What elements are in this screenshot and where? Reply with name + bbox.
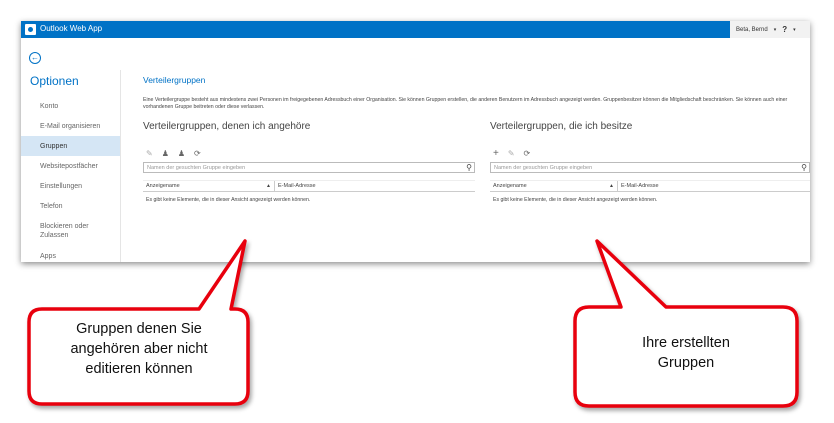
column-email[interactable]: E-Mail-Adresse [275,181,475,191]
empty-list-message: Es gibt keine Elemente, die in dieser An… [493,197,658,203]
page-description: Eine Verteilergruppe besteht aus mindest… [143,97,788,110]
callout-right-text: Ihre erstellten Gruppen [642,335,730,371]
sidebar-divider [120,70,121,262]
sidebar-item-label: Blockieren oder Zulassen [40,223,89,239]
outlook-logo-icon [25,24,36,35]
owned-groups-title: Verteilergruppen, die ich besitze [490,121,633,132]
refresh-icon[interactable]: ⟳ [194,149,201,158]
column-email[interactable]: E-Mail-Adresse [618,181,810,191]
add-plus-icon[interactable]: + [493,148,499,159]
owned-groups-section: Verteilergruppen, die ich besitze + ✎ ⟳ … [490,121,810,203]
member-groups-title: Verteilergruppen, denen ich angehöre [143,121,311,132]
column-display-name-label: Anzeigename [146,183,180,189]
member-groups-column-header: Anzeigename ▲ E-Mail-Adresse [143,180,475,192]
options-title: Optionen [30,74,79,88]
member-groups-section: Verteilergruppen, denen ich angehöre ✎ ♟… [143,121,475,203]
callout-right: Ihre erstellten Gruppen [571,239,811,409]
callout-left-text: Gruppen denen Sie angehören aber nicht e… [70,321,208,377]
help-caret-icon[interactable]: ▾ [793,27,796,33]
sidebar-item-einstellungen[interactable]: Einstellungen [21,176,120,196]
search-placeholder: Namen der gesuchten Gruppe eingeben [494,164,593,171]
sidebar-nav: Konto E-Mail organisieren Gruppen Websit… [21,96,120,262]
callout-left: Gruppen denen Sie angehören aber nicht e… [24,239,254,409]
callout-right-bubble [573,239,799,408]
owned-groups-column-header: Anzeigename ▲ E-Mail-Adresse [490,180,810,192]
column-display-name-label: Anzeigename [493,183,527,189]
sidebar-item-konto[interactable]: Konto [21,96,120,116]
back-arrow-icon[interactable]: ← [29,52,41,64]
column-display-name[interactable]: Anzeigename ▲ [143,181,275,191]
member-groups-toolbar: ✎ ♟ ♟ ⟳ [143,149,475,158]
search-icon[interactable]: ⚲ [801,163,807,172]
app-title: Outlook Web App [40,24,103,33]
search-icon[interactable]: ⚲ [466,163,472,172]
user-menu[interactable]: Beta, Bernd [736,27,768,33]
sidebar-item-websitepostfaecher[interactable]: Websitepostfächer [21,156,120,176]
sort-ascending-icon: ▲ [266,183,271,189]
edit-pencil-icon[interactable]: ✎ [146,149,153,158]
sidebar-item-telefon[interactable]: Telefon [21,196,120,216]
leave-group-icon[interactable]: ♟ [178,149,185,158]
help-button[interactable]: ? [782,25,787,34]
edit-pencil-icon[interactable]: ✎ [508,149,515,158]
join-group-icon[interactable]: ♟ [162,149,169,158]
sort-ascending-icon: ▲ [609,183,614,189]
column-display-name[interactable]: Anzeigename ▲ [490,181,618,191]
user-area: Beta, Bernd ▾ ? ▾ [730,21,810,38]
owned-groups-toolbar: + ✎ ⟳ [490,148,810,159]
user-menu-caret-icon[interactable]: ▾ [774,27,777,33]
empty-list-message: Es gibt keine Elemente, die in dieser An… [146,197,311,203]
owa-screenshot: Outlook Web App Beta, Bernd ▾ ? ▾ ← Opti… [21,21,810,262]
top-bar: Outlook Web App Beta, Bernd ▾ ? ▾ [21,21,810,38]
owned-groups-search-input[interactable]: Namen der gesuchten Gruppe eingeben ⚲ [490,162,810,173]
search-placeholder: Namen der gesuchten Gruppe eingeben [147,164,246,171]
member-groups-search-input[interactable]: Namen der gesuchten Gruppe eingeben ⚲ [143,162,475,173]
sidebar-item-gruppen[interactable]: Gruppen [21,136,120,156]
sidebar-item-email-organisieren[interactable]: E-Mail organisieren [21,116,120,136]
refresh-icon[interactable]: ⟳ [524,149,531,158]
page-title: Verteilergruppen [143,75,206,85]
